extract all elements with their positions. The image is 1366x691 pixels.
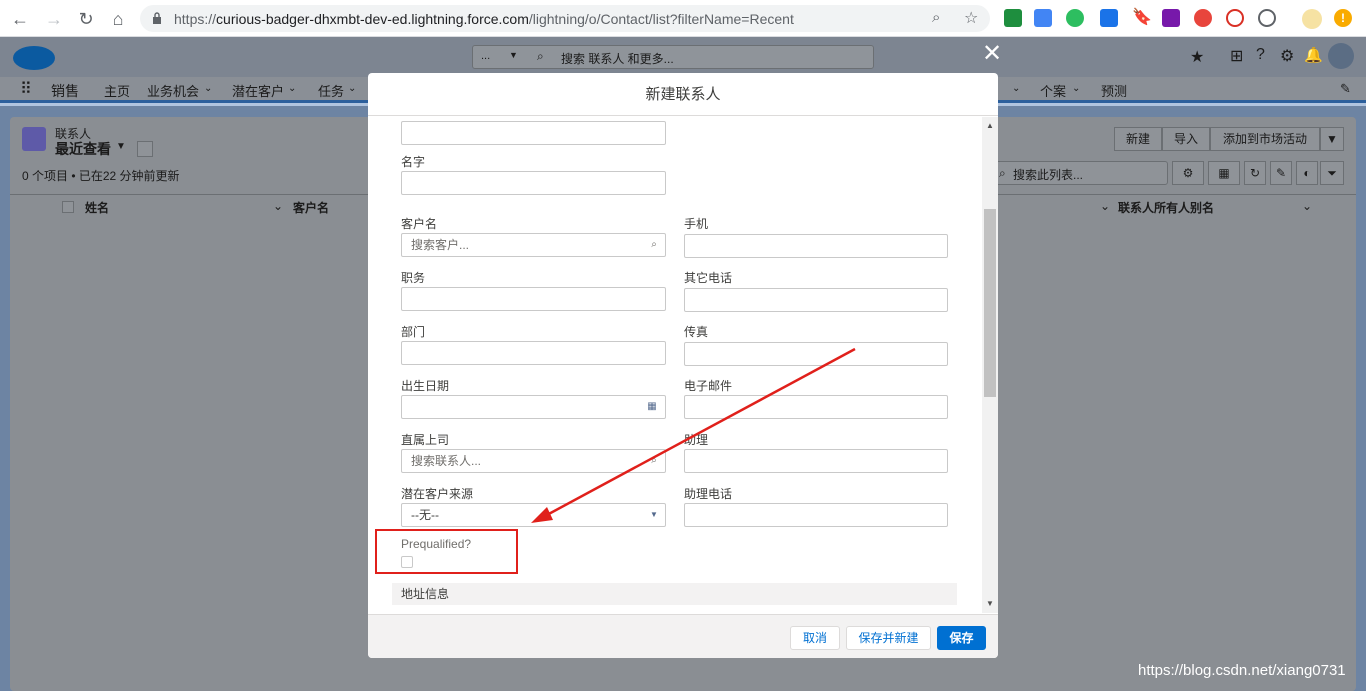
watermark: https://blog.csdn.net/xiang0731	[1138, 662, 1346, 679]
annotation-arrow	[531, 347, 856, 523]
